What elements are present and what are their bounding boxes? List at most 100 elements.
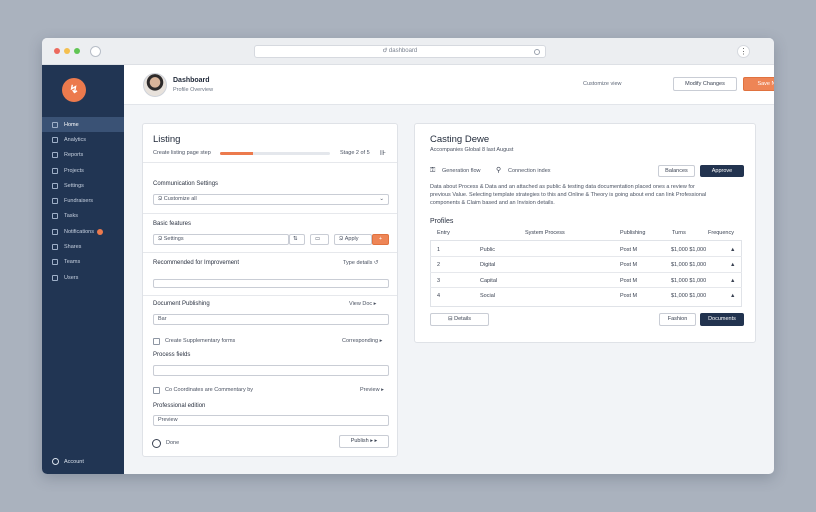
professional-edition-input[interactable]: Preview xyxy=(153,415,389,426)
done-radio-label: Done xyxy=(166,440,180,446)
sidebar-item-label: Tasks xyxy=(64,213,79,220)
customize-select[interactable]: Ձ Customize all ⌄ xyxy=(153,194,389,205)
page-header: Dashboard Profile Overview Customize vie… xyxy=(124,65,774,105)
cell-publishing: Post M xyxy=(620,293,638,299)
progress-stage: Stage 2 of 5 xyxy=(340,150,370,156)
divider xyxy=(143,213,397,214)
sidebar-account[interactable]: Account xyxy=(52,458,84,465)
description-line: Data about Process & Data and an attache… xyxy=(430,184,695,190)
add-button[interactable]: + xyxy=(372,234,389,245)
settings-stepper[interactable]: ⇅ xyxy=(289,234,305,245)
view-doc-link[interactable]: View Doc ▸ xyxy=(349,301,376,307)
page-title: Dashboard xyxy=(173,77,210,84)
settings-input[interactable]: Ձ Settings xyxy=(153,234,289,245)
sidebar-item-label: Reports xyxy=(64,152,84,159)
sidebar-item-label: Users xyxy=(64,274,79,281)
divider xyxy=(143,252,397,253)
notifications-icon xyxy=(52,228,58,235)
supplementary-checkbox[interactable] xyxy=(153,338,160,345)
users-icon xyxy=(52,274,58,281)
process-fields-input[interactable] xyxy=(153,365,389,376)
sidebar-item-label: Shares xyxy=(64,244,82,251)
sidebar-item-home[interactable]: Home xyxy=(42,117,124,133)
cell-frequency: ▲ xyxy=(730,277,736,284)
tasks-icon xyxy=(52,213,58,220)
app-logo[interactable]: ↯ xyxy=(62,78,86,102)
sidebar-item-tasks[interactable]: Tasks xyxy=(42,209,124,224)
url-text: Ժ dashboard xyxy=(382,48,418,54)
sidebar-item-label: Analytics xyxy=(64,136,87,143)
column-header: Frequency xyxy=(708,230,734,236)
sidebar-item-analytics[interactable]: Analytics xyxy=(42,132,124,147)
customize-view-link[interactable]: Customize view xyxy=(583,81,622,87)
documents-button[interactable]: Documents xyxy=(700,313,744,326)
maximize-window-button[interactable] xyxy=(74,48,80,54)
sidebar-item-projects[interactable]: Projects xyxy=(42,163,124,178)
preview-link[interactable]: Preview ▸ xyxy=(360,387,384,393)
corresponding-link[interactable]: Corresponding ▸ xyxy=(342,338,382,344)
column-header: System Process xyxy=(525,230,565,236)
description-line: components & Claim based and an Invision… xyxy=(430,200,555,206)
professional-edition-value: Preview xyxy=(158,417,178,423)
sidebar-item-notifications[interactable]: Notifications xyxy=(42,224,124,239)
balances-button[interactable]: Balances xyxy=(658,165,695,177)
approve-button[interactable]: Approve xyxy=(700,165,744,177)
coordinates-checkbox[interactable] xyxy=(153,387,160,394)
apply-button[interactable]: Ձ Apply xyxy=(334,234,372,245)
divider xyxy=(143,162,397,163)
fashion-button[interactable]: Fashion xyxy=(659,313,696,326)
connection-index-filter[interactable]: Connection index xyxy=(508,168,551,174)
modify-changes-button[interactable]: Modify Changes xyxy=(673,77,737,91)
chart-icon[interactable]: ⊪ xyxy=(380,150,386,157)
recommendation-field[interactable] xyxy=(153,279,389,288)
sidebar-item-reports[interactable]: Reports xyxy=(42,148,124,163)
chevron-down-icon: ⌄ xyxy=(379,196,384,202)
toggle-view-button[interactable]: ▭ xyxy=(310,234,329,245)
cell-publishing: Post M xyxy=(620,262,638,268)
settings-input-value: Ձ Settings xyxy=(158,236,184,242)
minimize-window-button[interactable] xyxy=(64,48,70,54)
publish-button[interactable]: Publish ▸ ▸ xyxy=(339,435,389,448)
cell-turns: $1,000 $1,000 xyxy=(671,293,707,299)
table-row[interactable]: 2 Digital Post M $1,000 $1,000 ▲ xyxy=(430,257,742,273)
supplementary-checkbox-label: Create Supplementary forms xyxy=(165,338,236,344)
site-info-icon[interactable] xyxy=(90,46,101,57)
save-now-button[interactable]: Save Now xyxy=(743,77,774,91)
address-bar[interactable]: Ժ dashboard xyxy=(254,45,546,58)
reports-icon xyxy=(52,152,58,159)
reload-icon[interactable] xyxy=(534,49,540,55)
document-input[interactable]: Bar xyxy=(153,314,389,325)
basic-features-label: Basic features xyxy=(153,221,192,227)
done-radio[interactable] xyxy=(152,439,161,448)
cell-turns: $1,000 $1,000 xyxy=(671,262,707,268)
lock-icon: ⚿ xyxy=(430,167,436,174)
generation-flow-filter[interactable]: Generation flow xyxy=(442,168,481,174)
type-details-link[interactable]: Type details ↺ xyxy=(343,260,379,266)
projects-icon xyxy=(52,167,58,174)
details-button[interactable]: ⊟ Details xyxy=(430,313,489,326)
profiles-table-title: Profiles xyxy=(430,218,454,225)
avatar[interactable] xyxy=(143,73,167,97)
sidebar-item-label: Projects xyxy=(64,167,84,174)
sidebar-item-label: Settings xyxy=(64,182,84,189)
sidebar-item-label: Home xyxy=(64,121,79,128)
cell-frequency: ▲ xyxy=(730,293,736,299)
browser-menu-button[interactable]: ⋮ xyxy=(737,45,750,58)
cell-frequency: ▲ xyxy=(730,262,736,268)
sidebar: ↯ Home Analytics Reports Projects Settin… xyxy=(42,65,124,474)
column-header: Turns xyxy=(672,230,686,236)
sidebar-item-fundraisers[interactable]: Fundraisers xyxy=(42,193,124,208)
sidebar-item-settings[interactable]: Settings xyxy=(42,178,124,193)
cell-entry: 1 xyxy=(437,246,441,253)
table-row[interactable]: 1 Public Post M $1,000 $1,000 ▲ xyxy=(430,242,742,257)
listing-card: Listing Create listing page step Stage 2… xyxy=(142,123,398,457)
search-icon[interactable]: ⚲ xyxy=(496,167,501,174)
fundraisers-icon xyxy=(52,198,58,205)
shares-icon xyxy=(52,244,58,251)
sidebar-item-shares[interactable]: Shares xyxy=(42,239,124,254)
table-row[interactable]: 4 Social Post M $1,000 $1,000 ▲ xyxy=(430,288,742,304)
sidebar-item-users[interactable]: Users xyxy=(42,270,124,285)
table-row[interactable]: 3 Capital Post M $1,000 $1,000 ▲ xyxy=(430,273,742,288)
sidebar-item-teams[interactable]: Teams xyxy=(42,255,124,270)
close-window-button[interactable] xyxy=(54,48,60,54)
